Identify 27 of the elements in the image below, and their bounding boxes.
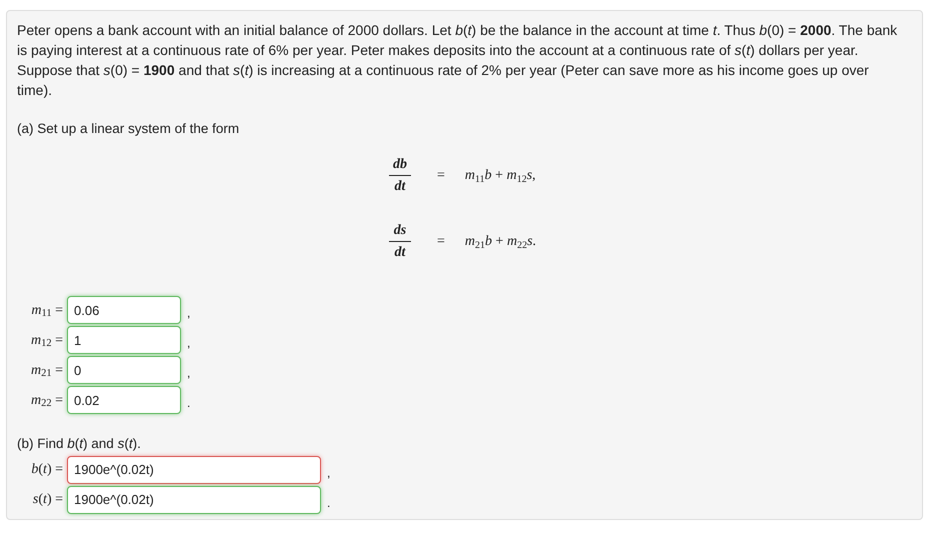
answer-field[interactable]: 1 [67,326,181,354]
fraction: db dt [389,154,411,198]
punctuation: , [187,335,190,352]
instruction-text: (b) Find b(t) and s(t). [17,435,142,454]
variable-label: m$_{22}$ = [30,392,64,411]
punctuation: , [327,464,330,482]
problem-text: Peter opens a bank account with an initial balance of 2000 dollars. Let b(t) be the balance in the account at time t. Thus b(0) = 2000. The bank is paying interest at a continuous rate of 6% per year. Peter makes deposits into the account at a continuous rate of s(t) dollars per year. Suppose that s(0) = 1900 and that s(t) is increasing at a continuous rate of 2% per year (Peter can save more as his income goes up over time). [17,21,898,100]
answer-field[interactable]: 0.02 [67,386,181,414]
answer-field[interactable]: 0 [67,356,181,384]
answer-field[interactable]: 1900e^(0.02t) [67,486,321,514]
answer-field[interactable]: 0.06 [67,296,181,324]
equation-right-side: m$_{21}$b + m$_{22}$s. [464,233,536,252]
punctuation: , [187,305,190,322]
variable-label: m$_{21}$ = [30,362,64,381]
equals-sign: = [437,233,445,252]
answer-field[interactable]: 1900e^(0.02t) [67,456,321,484]
variable-label: s(t) = [32,491,64,509]
variable-label: m$_{11}$ = [30,302,64,321]
punctuation: . [327,494,330,512]
variable-label: m$_{12}$ = [30,332,64,351]
fraction: ds dt [389,220,411,264]
variable-label: b(t) = [30,461,64,479]
punctuation: . [187,395,190,412]
punctuation: , [187,365,190,382]
equals-sign: = [437,167,445,186]
equation-right-side: m$_{11}$b + m$_{12}$s, [464,167,536,186]
instruction-text: (a) Set up a linear system of the form [17,120,240,138]
